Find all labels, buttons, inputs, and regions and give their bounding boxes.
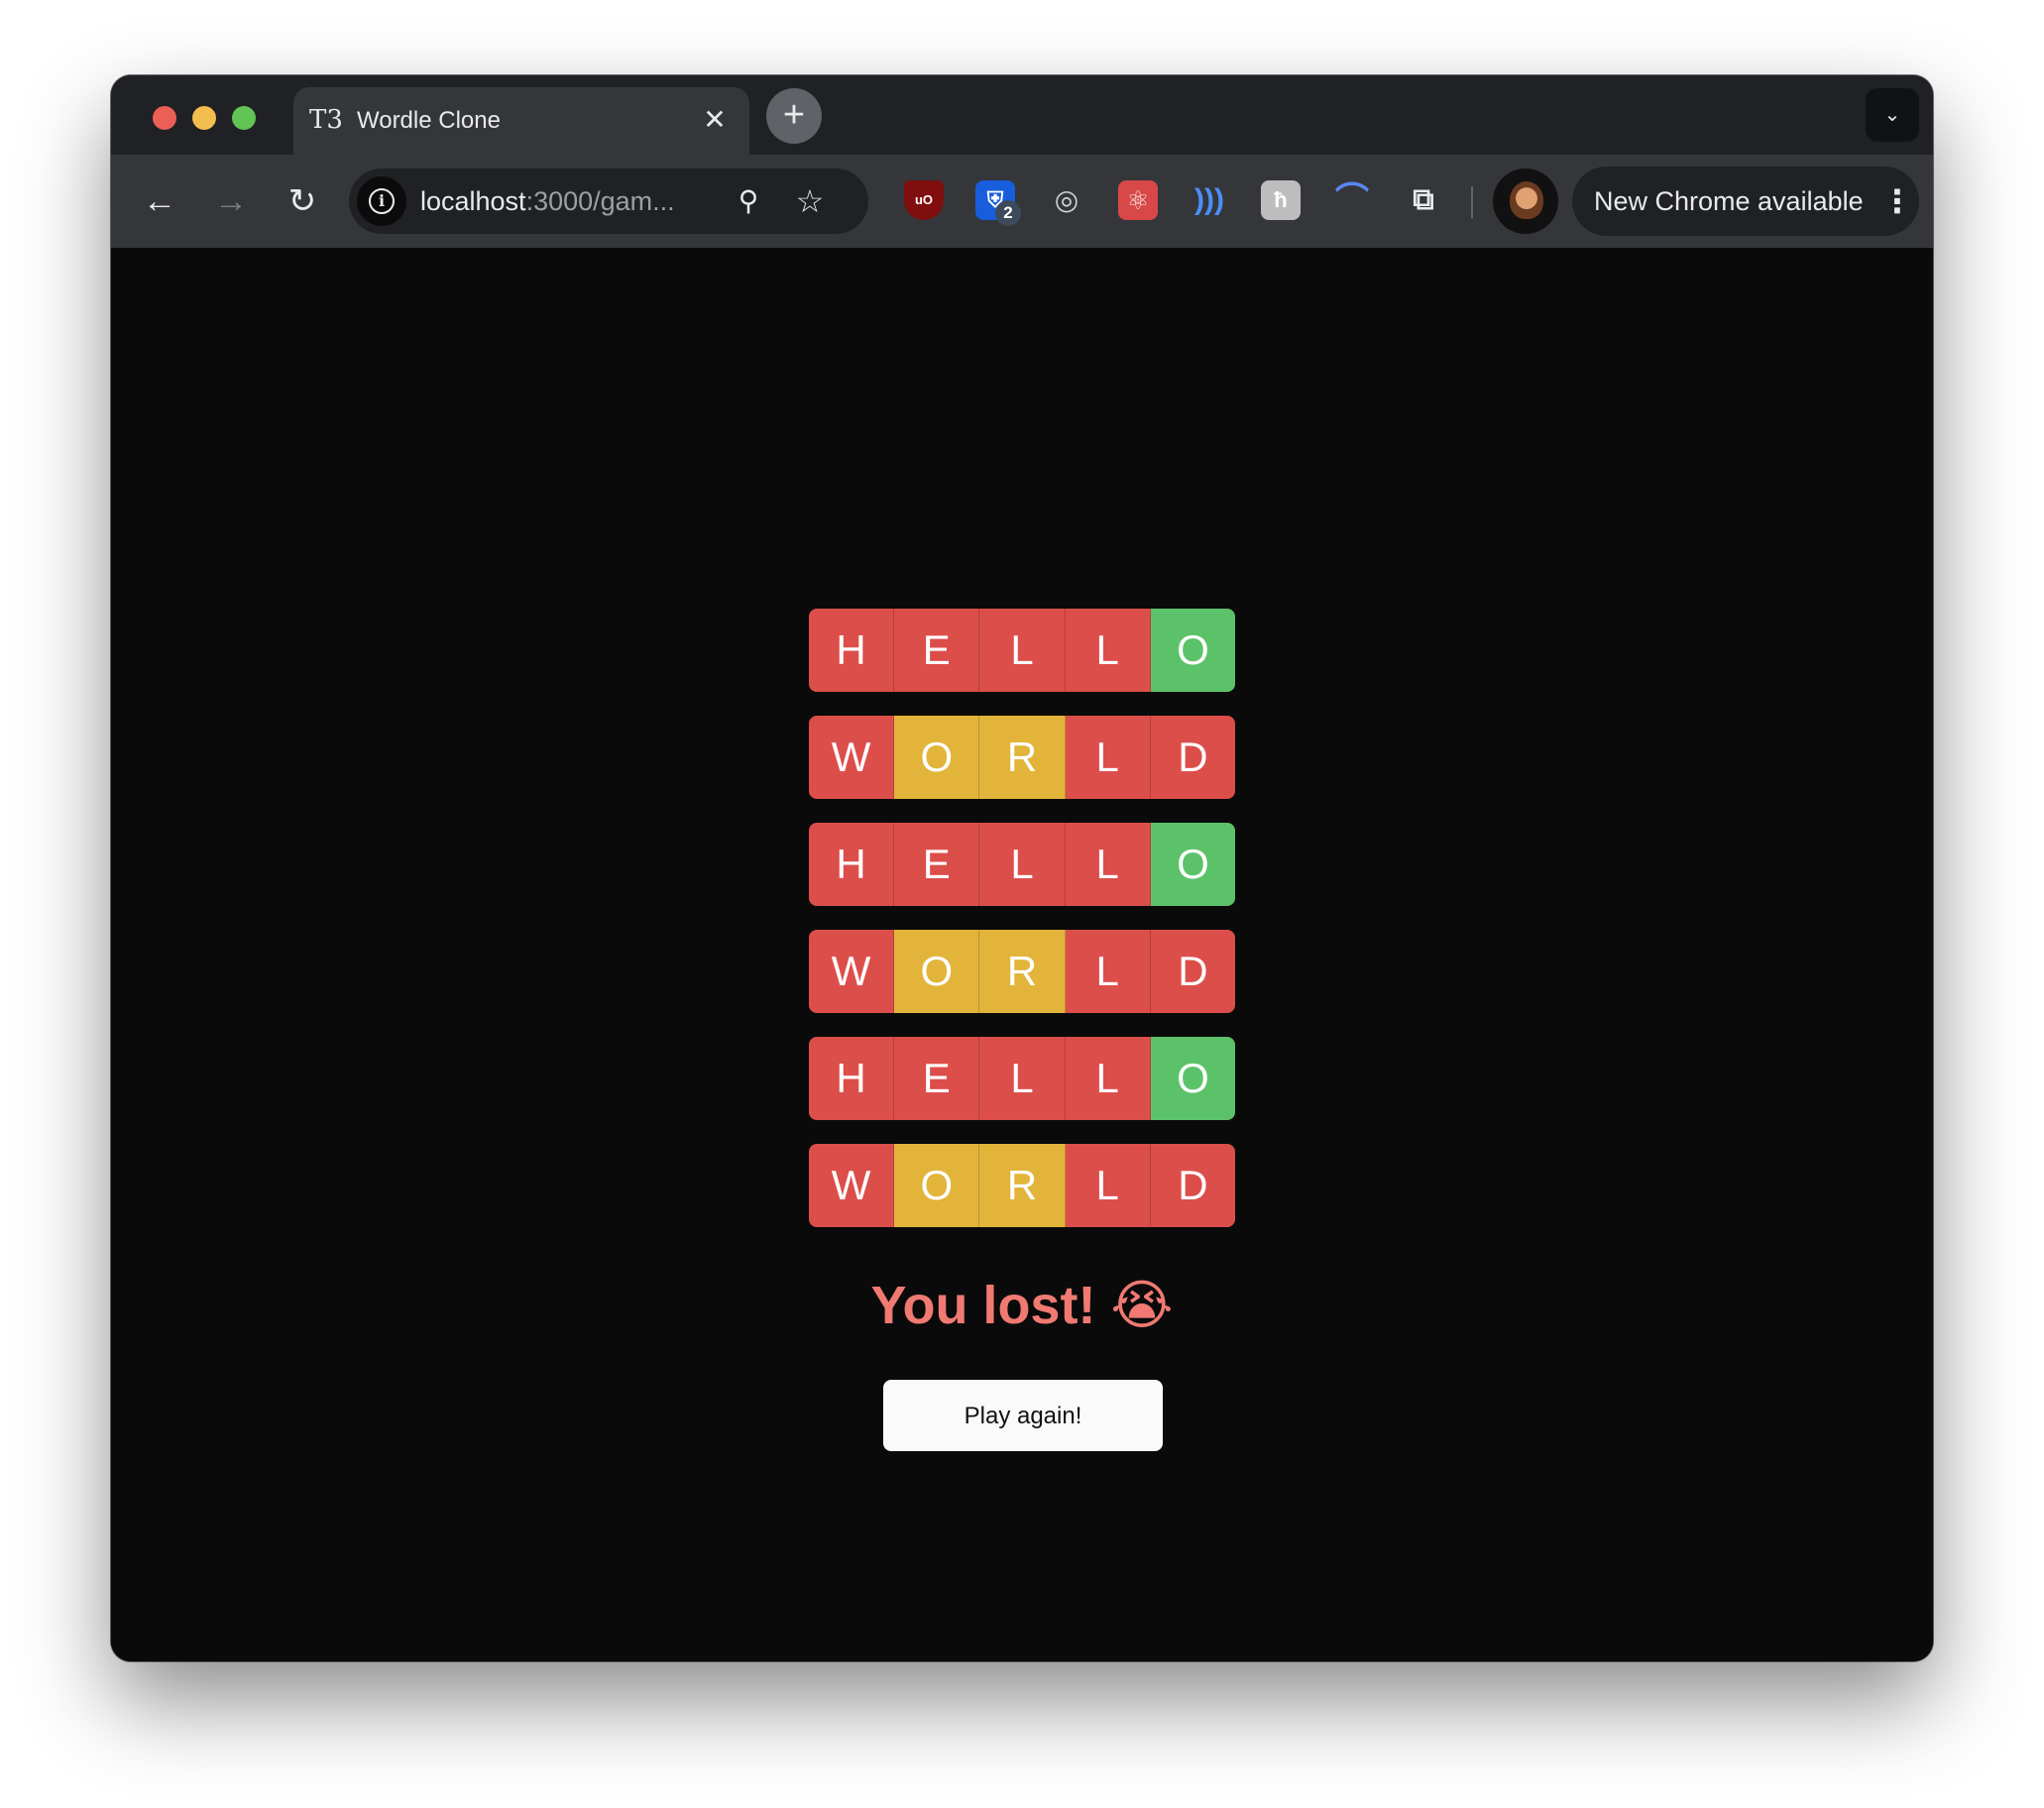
url-host: localhost [420, 186, 526, 216]
signal-waves-extension-icon[interactable]: ))) [1190, 180, 1229, 220]
letter-tile-present: O [894, 716, 980, 799]
extensions-puzzle-icon[interactable]: ⧉ [1404, 180, 1443, 220]
url-text[interactable]: localhost:3000/gam... [420, 185, 675, 217]
letter-tile-miss: H [809, 823, 895, 906]
toolbar-divider [1471, 186, 1473, 218]
zoom-window-button[interactable] [232, 106, 256, 130]
url-path: :3000/gam... [525, 186, 675, 216]
letter-tile-miss: W [809, 1144, 895, 1227]
hk-extension-icon[interactable]: ħ [1261, 180, 1301, 220]
guess-row: HELLO [809, 823, 1235, 906]
info-icon: i [369, 188, 395, 214]
guess-row: WORLD [809, 716, 1235, 799]
letter-tile-miss: D [1150, 930, 1235, 1013]
chrome-update-button[interactable]: New Chrome available ⋮ [1572, 167, 1919, 236]
letter-tile-present: R [979, 930, 1066, 1013]
letter-tile-present: R [979, 1144, 1066, 1227]
new-tab-button[interactable]: + [766, 88, 822, 144]
tab-wordle-clone[interactable]: T3 Wordle Clone ✕ [293, 87, 749, 155]
bookmark-star-icon[interactable]: ☆ [789, 180, 831, 222]
letter-tile-miss: H [809, 1037, 895, 1120]
guess-row: WORLD [809, 930, 1235, 1013]
browser-toolbar: ← → ↻ i localhost:3000/gam... ⚲ ☆ uO ⛨ 2… [111, 155, 1933, 248]
letter-tile-miss: L [1065, 823, 1151, 906]
minimize-window-button[interactable] [192, 106, 216, 130]
ublock-origin-extension-icon[interactable]: uO [904, 180, 944, 220]
letter-tile-miss: W [809, 930, 895, 1013]
tab-strip: T3 Wordle Clone ✕ + ⌄ [111, 75, 1933, 155]
avatar-image [1510, 181, 1543, 219]
back-button[interactable]: ← [137, 178, 182, 224]
letter-tile-miss: H [809, 609, 895, 692]
letter-tile-present: O [894, 1144, 980, 1227]
reload-button[interactable]: ↻ [280, 178, 325, 224]
guess-row: WORLD [809, 1144, 1235, 1227]
site-info-button[interactable]: i [357, 176, 406, 226]
letter-tile-miss: L [1065, 1037, 1151, 1120]
guess-row: HELLO [809, 1037, 1235, 1120]
tab-title: Wordle Clone [357, 107, 501, 134]
game-result-message: You lost! 😭 [870, 1276, 1174, 1335]
page-content: HELLOWORLDHELLOWORLDHELLOWORLD You lost!… [111, 248, 1933, 1661]
letter-tile-miss: D [1150, 1144, 1235, 1227]
chrome-menu-icon[interactable]: ⋮ [1881, 183, 1913, 219]
zoom-icon[interactable]: ⚲ [728, 180, 769, 222]
profile-avatar[interactable] [1493, 169, 1558, 234]
letter-tile-correct: O [1150, 609, 1235, 692]
letter-tile-correct: O [1150, 1037, 1235, 1120]
browser-window: T3 Wordle Clone ✕ + ⌄ ← → ↻ i localhost:… [111, 75, 1933, 1661]
t3-logo-icon: T3 [309, 105, 343, 135]
letter-tile-correct: O [1150, 823, 1235, 906]
letter-tile-miss: L [979, 609, 1066, 692]
letter-tile-miss: L [1065, 930, 1151, 1013]
update-label: New Chrome available [1594, 186, 1864, 216]
letter-tile-present: R [979, 716, 1066, 799]
letter-tile-miss: E [894, 609, 980, 692]
letter-tile-miss: L [979, 1037, 1066, 1120]
letter-tile-present: O [894, 930, 980, 1013]
wordle-board: HELLOWORLDHELLOWORLDHELLOWORLD [809, 609, 1235, 1251]
address-bar[interactable]: i localhost:3000/gam... ⚲ ☆ [349, 169, 868, 234]
arc-extension-icon[interactable]: ⌒ [1332, 180, 1372, 220]
letter-tile-miss: W [809, 716, 895, 799]
close-window-button[interactable] [153, 106, 176, 130]
guess-row: HELLO [809, 609, 1235, 692]
spy-glasses-extension-icon[interactable]: ◎ [1047, 180, 1086, 220]
extension-badge-count: 2 [995, 200, 1021, 226]
tab-search-chevron-icon[interactable]: ⌄ [1866, 88, 1919, 142]
react-devtools-extension-icon[interactable]: ⚛ [1118, 180, 1158, 220]
letter-tile-miss: E [894, 1037, 980, 1120]
forward-button[interactable]: → [208, 178, 254, 224]
play-again-button[interactable]: Play again! [883, 1380, 1163, 1451]
letter-tile-miss: L [1065, 1144, 1151, 1227]
letter-tile-miss: D [1150, 716, 1235, 799]
letter-tile-miss: E [894, 823, 980, 906]
letter-tile-miss: L [1065, 609, 1151, 692]
letter-tile-miss: L [979, 823, 1066, 906]
letter-tile-miss: L [1065, 716, 1151, 799]
close-tab-icon[interactable]: ✕ [698, 103, 732, 137]
